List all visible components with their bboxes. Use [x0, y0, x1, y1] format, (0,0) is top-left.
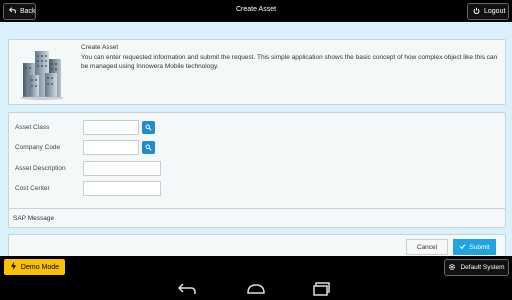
gear-icon — [448, 263, 456, 273]
header-title: Create Asset — [81, 44, 119, 51]
cancel-button[interactable]: Cancel — [406, 239, 448, 255]
page-title: Create Asset — [235, 6, 277, 13]
nav-back-icon[interactable] — [176, 282, 198, 296]
asset-description-label: Asset Description — [15, 165, 66, 172]
asset-class-input[interactable] — [83, 120, 139, 135]
default-system-button[interactable]: Default System — [444, 259, 509, 276]
lightning-icon — [10, 262, 17, 272]
asset-description-row: Asset Description — [15, 161, 161, 176]
action-bar: Cancel Submit — [8, 234, 506, 256]
top-bar: Back Create Asset Logout — [0, 0, 512, 22]
search-icon — [145, 144, 152, 151]
buildings-icon — [15, 45, 71, 101]
default-system-label: Default System — [460, 264, 505, 271]
cost-center-label: Cost Center — [15, 185, 50, 192]
sap-message-label: SAP Message — [13, 215, 55, 222]
info-card: Create Asset You can enter requested inf… — [8, 39, 506, 105]
main-content: Create Asset You can enter requested inf… — [0, 22, 512, 256]
submit-button[interactable]: Submit — [453, 239, 496, 255]
logout-label: Logout — [484, 8, 506, 15]
submit-label: Submit — [469, 243, 490, 251]
demo-mode-label: Demo Mode — [20, 263, 60, 271]
nav-home-icon[interactable] — [245, 282, 267, 296]
asset-class-row: Asset Class — [15, 120, 155, 135]
check-icon — [459, 243, 466, 252]
footer-bar: Demo Mode Default System — [0, 256, 512, 278]
logout-icon — [473, 7, 480, 16]
android-nav-bar — [0, 278, 512, 300]
search-icon — [145, 124, 152, 131]
demo-mode-button[interactable]: Demo Mode — [4, 259, 65, 275]
company-code-row: Company Code — [15, 140, 155, 155]
logout-button[interactable]: Logout — [467, 3, 509, 20]
asset-description-input[interactable] — [83, 161, 161, 176]
cost-center-input[interactable] — [83, 181, 161, 196]
company-code-input[interactable] — [83, 140, 139, 155]
asset-class-label: Asset Class — [15, 124, 50, 131]
nav-recents-icon[interactable] — [312, 282, 334, 296]
company-code-search-button[interactable] — [142, 141, 155, 154]
sap-message-panel: SAP Message — [8, 208, 506, 228]
asset-class-search-button[interactable] — [142, 121, 155, 134]
header-description: You can enter requested information and … — [81, 54, 498, 70]
cost-center-row: Cost Center — [15, 181, 161, 196]
company-code-label: Company Code — [15, 144, 61, 151]
